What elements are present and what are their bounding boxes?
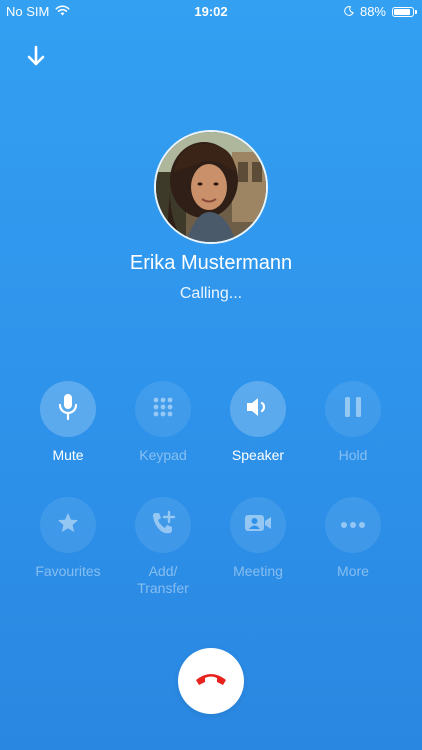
caller-avatar bbox=[154, 130, 268, 244]
favourites-label: Favourites bbox=[35, 563, 101, 579]
favourites-button[interactable]: Favourites bbox=[28, 497, 108, 580]
arrow-down-icon bbox=[25, 45, 47, 72]
hold-label: Hold bbox=[338, 447, 368, 463]
keypad-icon bbox=[152, 396, 174, 423]
video-meeting-icon bbox=[244, 512, 272, 539]
mute-label: Mute bbox=[52, 447, 84, 463]
speaker-label: Speaker bbox=[231, 447, 285, 463]
add-transfer-button[interactable]: Add/ Transfer bbox=[123, 497, 203, 597]
call-status: Calling... bbox=[179, 285, 243, 302]
speaker-circle bbox=[230, 381, 286, 437]
more-dots-icon bbox=[340, 516, 366, 534]
mute-circle bbox=[40, 381, 96, 437]
more-button[interactable]: More bbox=[313, 497, 393, 580]
more-label: More bbox=[337, 563, 369, 579]
battery-fill bbox=[394, 8, 410, 15]
more-circle bbox=[325, 497, 381, 553]
meeting-circle bbox=[230, 497, 286, 553]
add-transfer-circle bbox=[135, 497, 191, 553]
add-transfer-label-line1: Add/ bbox=[148, 563, 178, 579]
favourites-circle bbox=[40, 497, 96, 553]
caller-name: Erika Mustermann bbox=[129, 252, 293, 274]
keypad-circle bbox=[135, 381, 191, 437]
speaker-button[interactable]: Speaker bbox=[218, 381, 298, 464]
add-call-icon bbox=[150, 510, 176, 541]
minimize-call-button[interactable] bbox=[22, 44, 50, 72]
add-transfer-label-line2: Transfer bbox=[137, 580, 189, 596]
speaker-icon bbox=[245, 396, 271, 423]
meeting-label: Meeting bbox=[233, 563, 283, 579]
meeting-button[interactable]: Meeting bbox=[218, 497, 298, 580]
hold-button[interactable]: Hold bbox=[313, 381, 393, 464]
end-call-button[interactable] bbox=[178, 648, 244, 714]
hold-circle bbox=[325, 381, 381, 437]
call-screen: No SIM 19:02 88% Erika Mustermann Callin… bbox=[0, 0, 422, 750]
status-bar: No SIM 19:02 88% bbox=[0, 0, 422, 22]
battery-icon bbox=[392, 6, 417, 17]
moon-icon bbox=[344, 4, 354, 19]
star-icon bbox=[56, 511, 80, 540]
status-bar-right: 88% bbox=[344, 4, 417, 19]
add-transfer-label: Add/ Transfer bbox=[123, 563, 203, 597]
pause-icon bbox=[343, 396, 363, 423]
keypad-label: Keypad bbox=[139, 447, 187, 463]
mute-button[interactable]: Mute bbox=[28, 381, 108, 464]
hang-up-icon bbox=[194, 670, 228, 693]
microphone-icon bbox=[56, 393, 80, 426]
battery-percent: 88% bbox=[359, 4, 386, 19]
keypad-button[interactable]: Keypad bbox=[123, 381, 203, 464]
